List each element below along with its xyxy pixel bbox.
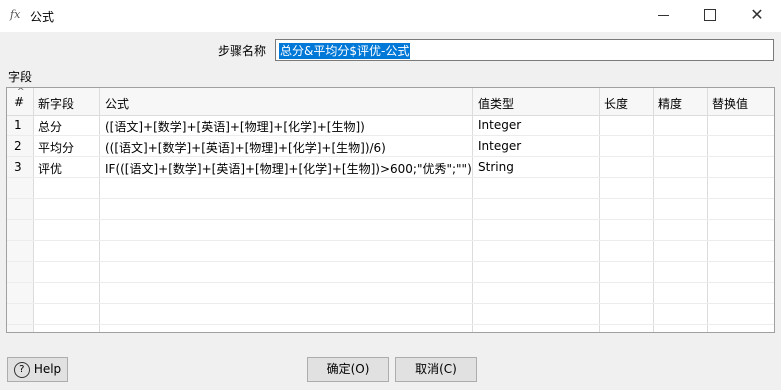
column-divider [99,88,100,332]
col-header-length[interactable]: 长度 [604,95,628,112]
title-bar: fx 公式 ✕ [0,0,781,32]
value-type-cell[interactable]: Integer [478,139,521,153]
row-divider [7,261,774,262]
maximize-icon [704,9,716,21]
new-field-cell[interactable]: 评优 [38,160,62,177]
ok-button[interactable]: 确定(O) [307,357,389,382]
step-name-value: 总分&平均分$评优-公式 [279,43,411,59]
column-divider [653,88,654,332]
value-type-cell[interactable]: String [478,160,514,174]
row-divider [7,219,774,220]
column-divider [707,88,708,332]
minimize-button[interactable] [640,0,686,32]
col-header-new-field[interactable]: 新字段 [38,95,74,112]
row-number: 1 [14,118,22,132]
fields-label: 字段 [8,70,33,84]
minimize-icon [657,14,669,16]
ok-label: 确定(O) [326,362,370,376]
col-header-formula[interactable]: 公式 [105,95,129,112]
fx-icon: fx [10,8,21,21]
help-label: Help [33,362,62,376]
step-name-label: 步骤名称 [218,44,267,58]
row-divider [7,324,774,325]
cancel-button[interactable]: 取消(C) [395,357,477,382]
column-divider [33,88,34,332]
row-divider [7,303,774,304]
cancel-label: 取消(C) [415,362,457,376]
new-field-cell[interactable]: 平均分 [38,139,74,156]
row-number: 2 [14,139,22,153]
col-header-num[interactable]: # [14,95,24,109]
maximize-button[interactable] [687,0,733,32]
help-icon: ? [13,361,30,378]
close-button[interactable]: ✕ [734,0,780,32]
formula-cell[interactable]: ([语文]+[数学]+[英语]+[物理]+[化学]+[生物]) [105,118,365,135]
col-header-replace[interactable]: 替换值 [712,95,748,112]
fields-table[interactable]: ^ # 新字段 公式 值类型 长度 精度 替换值 1 总分 ([语文]+[数学]… [6,87,775,333]
row-divider [7,156,774,157]
formula-cell[interactable]: (([语文]+[数学]+[英语]+[物理]+[化学]+[生物])/6) [105,139,386,156]
column-divider [599,88,600,332]
row-divider [7,135,774,136]
row-divider [7,177,774,178]
help-button[interactable]: ? Help [7,357,68,382]
table-header: ^ # 新字段 公式 值类型 长度 精度 替换值 [7,88,774,116]
row-divider [7,240,774,241]
column-divider [472,88,473,332]
close-icon: ✕ [750,5,764,24]
row-divider [7,198,774,199]
step-name-input[interactable]: 总分&平均分$评优-公式 [275,39,774,61]
value-type-cell[interactable]: Integer [478,118,521,132]
window-title: 公式 [30,10,55,24]
row-divider [7,282,774,283]
col-header-value-type[interactable]: 值类型 [478,95,514,112]
col-header-precision[interactable]: 精度 [658,95,682,112]
row-number: 3 [14,160,22,174]
new-field-cell[interactable]: 总分 [38,118,62,135]
formula-cell[interactable]: IF(([语文]+[数学]+[英语]+[物理]+[化学]+[生物])>600;"… [105,160,472,177]
